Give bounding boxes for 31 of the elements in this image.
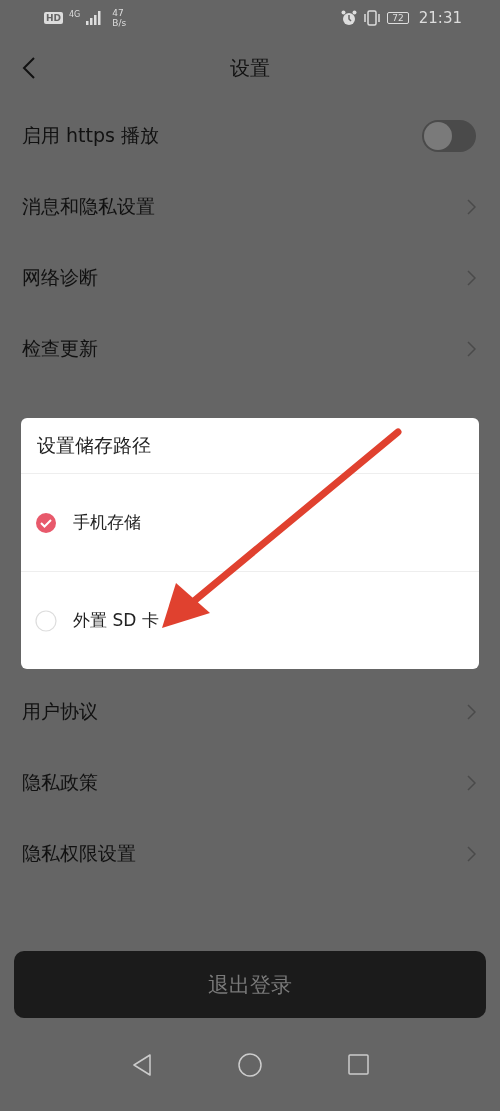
clock: 21:31 bbox=[418, 9, 462, 27]
storage-option[interactable]: 手机存储 bbox=[21, 474, 479, 571]
back-icon[interactable] bbox=[22, 56, 36, 80]
network-speed: 47 bbox=[112, 8, 125, 18]
network-type: 4G bbox=[69, 10, 81, 19]
home-nav-icon[interactable] bbox=[237, 1052, 262, 1077]
logout-button[interactable]: 退出登录 bbox=[14, 951, 486, 1018]
setting-label: 消息和隐私设置 bbox=[22, 193, 155, 219]
dialog-title: 设置储存路径 bbox=[21, 418, 479, 474]
page-title: 设置 bbox=[230, 54, 270, 82]
setting-label: 启用 https 播放 bbox=[22, 122, 159, 148]
setting-label: 隐私权限设置 bbox=[22, 840, 136, 866]
setting-label: 隐私政策 bbox=[22, 769, 98, 795]
setting-label: 检查更新 bbox=[22, 335, 98, 361]
back-nav-icon[interactable] bbox=[131, 1053, 152, 1076]
battery-indicator: 72 bbox=[387, 12, 409, 24]
chevron-icon bbox=[467, 703, 476, 720]
toggle-switch[interactable] bbox=[422, 119, 476, 152]
chevron-icon bbox=[467, 340, 476, 357]
hd-badge: HD bbox=[44, 12, 63, 24]
setting-label: 用户协议 bbox=[22, 698, 98, 724]
chevron-icon bbox=[467, 198, 476, 215]
signal-icon bbox=[86, 11, 103, 25]
setting-label: 网络诊断 bbox=[22, 264, 98, 290]
chevron-icon bbox=[467, 269, 476, 286]
alarm-icon bbox=[341, 10, 358, 26]
vibrate-icon bbox=[363, 10, 382, 26]
chevron-icon bbox=[467, 774, 476, 791]
speed-unit: B/s bbox=[112, 18, 127, 28]
recents-nav-icon[interactable] bbox=[347, 1054, 369, 1075]
chevron-icon bbox=[467, 845, 476, 862]
